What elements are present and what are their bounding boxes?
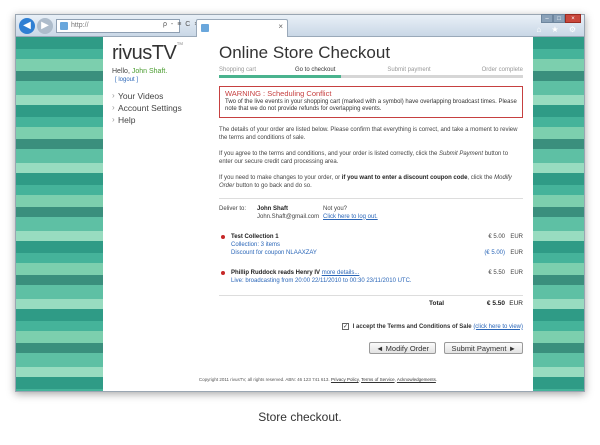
logout-link[interactable]: [ logout ] — [115, 77, 138, 83]
figure-caption: Store checkout. — [258, 410, 342, 424]
web-page: rivusTV™ Hello, John Shaft. [ logout ] Y… — [103, 37, 533, 391]
browser-tab[interactable]: × — [196, 19, 288, 37]
order-item: Test Collection 1 Collection: 3 items Di… — [219, 233, 523, 257]
maximize-button[interactable]: □ — [553, 14, 565, 23]
address-bar[interactable]: http:// — [56, 19, 180, 33]
checkout-steps: Shopping cart Go to checkout Submit paym… — [219, 67, 523, 73]
item-discount: Discount for coupon NLAAXZAY — [231, 249, 317, 256]
minimize-button[interactable]: – — [541, 14, 553, 23]
tos-link[interactable]: Terms of Service — [361, 377, 395, 382]
footer: Copyright 2011 rivusTV, all rights reser… — [198, 377, 438, 382]
more-details-link[interactable]: more details... — [322, 270, 360, 276]
warning-box: WARNING : Scheduling Conflict Two of the… — [219, 86, 523, 118]
checkout-main: Online Store Checkout Shopping cart Go t… — [219, 43, 523, 356]
site-logo[interactable]: rivusTV™ — [112, 42, 183, 65]
deliver-details: John Shaft John.Shaft@gmail.com — [257, 205, 320, 220]
item-collection: Collection: 3 items — [231, 241, 281, 248]
item-broadcast: Live: broadcasting from 20:00 22/11/2010… — [231, 277, 412, 284]
nav-help[interactable]: Help — [112, 115, 182, 125]
modify-order-button[interactable]: ◄ Modify Order — [369, 341, 437, 354]
step-go-to-checkout: Go to checkout — [295, 67, 336, 73]
side-nav: Your Videos Account Settings Help — [112, 91, 182, 127]
close-window-button[interactable]: × — [565, 14, 581, 23]
browser-toolbar: ◀ ▶ http:// ρ - ≡ C × × – □ × ⌂ ★ ⚙ — [16, 14, 584, 37]
order-total: Total € 5.50 EUR — [219, 294, 523, 309]
conflict-dot-icon — [221, 234, 225, 239]
step-order-complete: Order complete — [481, 67, 523, 73]
progress-bar — [219, 75, 523, 78]
intro-paragraph: The details of your order are listed bel… — [219, 126, 518, 141]
home-star-gear-icons[interactable]: ⌂ ★ ⚙ — [536, 25, 580, 34]
item-prices: € 5.00 EUR (€ 5.00) EUR — [484, 233, 523, 256]
privacy-link[interactable]: Privacy Policy — [331, 377, 359, 382]
address-controls[interactable]: ρ - ≡ C × — [163, 19, 199, 31]
tab-close-icon[interactable]: × — [278, 22, 283, 31]
step-submit-payment: Submit payment — [387, 67, 431, 73]
greeting: Hello, John Shaft. — [112, 68, 168, 75]
browser-window: ◀ ▶ http:// ρ - ≡ C × × – □ × ⌂ ★ ⚙ rivu… — [15, 14, 585, 392]
deliver-label: Deliver to: — [219, 205, 247, 212]
terms-label: I accept the Terms and Conditions of Sal… — [352, 323, 472, 330]
terms-paragraph: If you agree to the terms and conditions… — [219, 150, 509, 165]
address-text: http:// — [71, 22, 89, 29]
page-icon — [60, 22, 68, 30]
action-buttons: ◄ Modify Order Submit Payment ► — [219, 338, 523, 356]
item-title: Test Collection 1 — [231, 233, 279, 240]
tab-page-icon — [201, 24, 209, 32]
terms-link[interactable]: (click here to view) — [473, 324, 523, 330]
forward-arrow-icon[interactable]: ▶ — [37, 18, 53, 34]
nav-account-settings[interactable]: Account Settings — [112, 103, 182, 113]
order-item: Phillip Ruddock reads Henry IV more deta… — [219, 269, 523, 285]
terms-checkbox[interactable]: ✓ — [342, 322, 350, 330]
deliver-section: Deliver to: John Shaft John.Shaft@gmail.c… — [219, 205, 523, 221]
warning-title: WARNING : Scheduling Conflict — [225, 89, 332, 98]
logout-link-inline[interactable]: Click here to log out. — [323, 214, 378, 220]
step-shopping-cart: Shopping cart — [219, 67, 257, 73]
conflict-dot-icon — [221, 270, 225, 275]
item-prices: € 5.50 EUR — [488, 269, 523, 276]
modify-paragraph: If you need to make changes to your orde… — [219, 174, 512, 189]
warning-text: Two of the live events in your shopping … — [225, 98, 517, 113]
submit-payment-button[interactable]: Submit Payment ► — [444, 341, 523, 354]
back-arrow-icon[interactable]: ◀ — [19, 18, 35, 34]
divider — [219, 197, 523, 199]
not-you: Not you? Click here to log out. — [323, 205, 378, 220]
item-title-row: Phillip Ruddock reads Henry IV more deta… — [231, 269, 360, 276]
terms-row: ✓ I accept the Terms and Conditions of S… — [219, 322, 523, 330]
progress-fill — [219, 75, 341, 78]
window-caption-buttons: – □ × — [541, 14, 581, 23]
nav-your-videos[interactable]: Your Videos — [112, 91, 182, 101]
user-name: John Shaft. — [131, 68, 168, 75]
ack-link[interactable]: Acknowledgements — [397, 377, 436, 382]
page-title: Online Store Checkout — [219, 43, 391, 62]
